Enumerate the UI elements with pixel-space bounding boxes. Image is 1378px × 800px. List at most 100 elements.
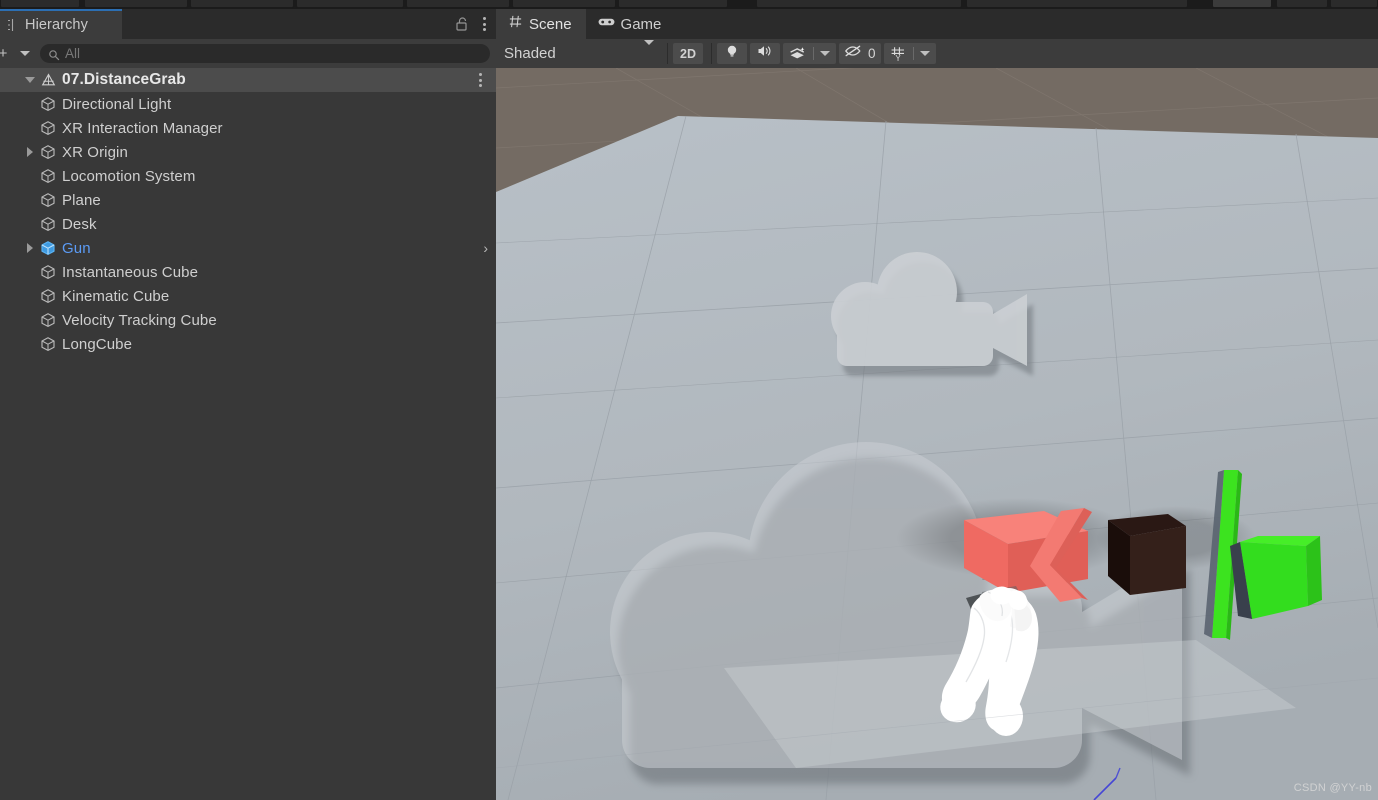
hierarchy-item-velocity-tracking-cube[interactable]: Velocity Tracking Cube [0,308,496,332]
hierarchy-tree: 07.DistanceGrab Directional Light XR Inte… [0,68,496,356]
gameobject-cube-icon [38,140,58,164]
prefab-open-chevron-icon[interactable]: › [483,236,488,260]
tab-game-label: Game [620,15,662,33]
scene-fx-dropdown[interactable] [783,43,836,64]
hierarchy-search-row: + All [0,39,496,68]
main-toolbar-strip [0,0,1378,9]
scene-audio-toggle[interactable] [750,43,780,64]
tab-hierarchy[interactable]: Hierarchy [0,9,122,39]
search-input[interactable]: All [40,44,490,63]
scene-viewport[interactable]: CSDN @YY-nb [496,68,1378,800]
effects-layers-icon[interactable] [783,43,813,64]
grid-axis-y-icon[interactable]: Y [884,43,913,64]
search-icon [48,48,60,60]
gameobject-cube-icon [38,212,58,236]
hierarchy-item-label: Instantaneous Cube [62,263,199,281]
hierarchy-item-label: Locomotion System [62,167,196,185]
gameobject-cube-icon [38,188,58,212]
gameobject-cube-icon [38,284,58,308]
toolbar-button-5[interactable] [406,0,510,8]
hierarchy-item-label: Velocity Tracking Cube [62,311,217,329]
hierarchy-item-directional-light[interactable]: Directional Light [0,92,496,116]
hierarchy-item-instantaneous-cube[interactable]: Instantaneous Cube [0,260,496,284]
unity-scene-icon [38,68,58,92]
hierarchy-item-kinematic-cube[interactable]: Kinematic Cube [0,284,496,308]
scene-gizmos-toggle[interactable]: 0 [839,43,881,64]
chevron-down-icon[interactable] [14,44,36,63]
gizmos-count: 0 [868,46,876,61]
scene-tab-row: Scene Game [496,9,1378,39]
scene-grid-icon [508,14,523,34]
gameobject-cube-icon [38,92,58,116]
twisty-expanded-icon[interactable] [22,68,38,92]
lock-open-icon[interactable] [455,16,469,32]
kebab-menu-icon[interactable] [479,15,490,33]
draw-mode-label: Shaded [504,45,556,62]
toolbar-button-2[interactable] [84,0,188,8]
toolbar-button-7[interactable] [618,0,728,8]
lightbulb-icon [725,44,739,64]
toolbar-button-4[interactable] [296,0,404,8]
hierarchy-item-xr-origin[interactable]: XR Origin [0,140,496,164]
toolbar-button-3[interactable] [190,0,294,8]
hierarchy-icon [6,18,20,32]
hierarchy-scene-root-label: 07.DistanceGrab [62,71,186,88]
toggle-2d-button[interactable]: 2D [673,43,703,64]
toolbar-button-1[interactable] [0,0,80,8]
scene-view-panel: Scene Game Shaded 2D 0 Y CSDN @YY-nb [496,9,1378,800]
tab-game[interactable]: Game [586,9,676,39]
chevron-down-icon[interactable] [814,43,836,64]
gizmos-eye-off-icon [844,44,863,63]
hierarchy-item-desk[interactable]: Desk [0,212,496,236]
hierarchy-item-label: Kinematic Cube [62,287,170,305]
search-placeholder: All [65,46,81,61]
hierarchy-tab-row: Hierarchy [0,9,496,39]
scene-grid-dropdown[interactable]: Y [883,43,936,64]
hierarchy-item-label: XR Interaction Manager [62,119,223,137]
hierarchy-item-label: LongCube [62,335,133,353]
speaker-icon [757,44,773,63]
draw-mode-dropdown[interactable]: Shaded [502,39,662,64]
hierarchy-item-xr-interaction-manager[interactable]: XR Interaction Manager [0,116,496,140]
toolbar-button-10[interactable] [1330,0,1378,8]
tab-hierarchy-label: Hierarchy [25,17,88,33]
scene-kebab-menu-icon[interactable] [479,68,482,92]
hierarchy-tab-tools [455,9,490,39]
hierarchy-scene-root[interactable]: 07.DistanceGrab [0,68,496,92]
toolbar-separator [667,43,668,64]
gameobject-cube-icon [38,164,58,188]
hierarchy-item-label: Gun [62,239,91,257]
twisty-collapsed-icon[interactable] [22,236,38,260]
hierarchy-item-label: Directional Light [62,95,172,113]
tab-scene[interactable]: Scene [496,9,586,39]
chevron-down-icon[interactable] [914,43,936,64]
gameobject-cube-icon [38,260,58,284]
gamepad-icon [598,15,615,33]
toolbar-center-group[interactable] [966,0,1188,8]
gameobject-cube-icon [38,116,58,140]
gameobject-cube-icon [38,308,58,332]
toolbar-play-group[interactable] [756,0,962,8]
toolbar-button-6[interactable] [512,0,616,8]
toolbar-button-9[interactable] [1276,0,1328,8]
hierarchy-item-label: Plane [62,191,101,209]
hierarchy-item-gun[interactable]: Gun › [0,236,496,260]
hierarchy-panel: Hierarchy + All 07.DistanceGrab Directio… [0,9,496,800]
unity-editor-window: Hierarchy + All 07.DistanceGrab Directio… [0,0,1378,800]
toolbar-button-8[interactable] [1212,0,1272,8]
twisty-collapsed-icon[interactable] [22,140,38,164]
hierarchy-item-longcube[interactable]: LongCube [0,332,496,356]
scene-lighting-toggle[interactable] [717,43,747,64]
add-gameobject-button[interactable]: + [0,44,14,63]
hierarchy-item-plane[interactable]: Plane [0,188,496,212]
prefab-cube-icon [38,236,58,260]
hierarchy-item-locomotion-system[interactable]: Locomotion System [0,164,496,188]
